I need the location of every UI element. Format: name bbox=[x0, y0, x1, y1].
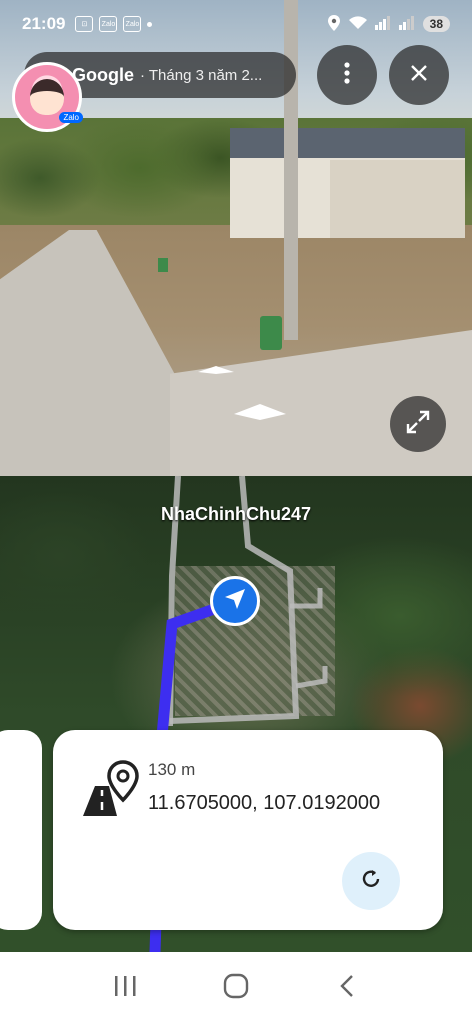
capture-date: · Tháng 3 năm 2... bbox=[140, 66, 263, 84]
current-location-marker[interactable] bbox=[210, 576, 260, 626]
status-time: 21:09 bbox=[22, 14, 66, 33]
navigation-arrow-forward[interactable] bbox=[232, 402, 288, 424]
distance-label: 130 m bbox=[148, 760, 196, 779]
notification-dot-icon bbox=[147, 21, 153, 27]
zalo-notification-icon: Zalo bbox=[99, 16, 118, 32]
utility-pole bbox=[284, 0, 298, 340]
signal-icon-2 bbox=[398, 15, 415, 33]
close-icon bbox=[410, 64, 428, 87]
zalo-badge: Zalo bbox=[59, 112, 83, 123]
more-vert-icon bbox=[344, 61, 350, 89]
screenshot-icon: ⊡ bbox=[75, 16, 94, 32]
more-options-button[interactable] bbox=[317, 45, 377, 105]
avatar-face bbox=[30, 79, 64, 115]
watermark: NhaChinhChu247 bbox=[160, 504, 311, 524]
status-bar: 21:09 ⊡ Zalo Zalo 38 bbox=[0, 0, 472, 48]
close-button[interactable] bbox=[389, 45, 449, 105]
signal-icon bbox=[374, 15, 391, 33]
google-brand: Google bbox=[72, 64, 134, 85]
previous-card[interactable] bbox=[0, 730, 42, 930]
location-info-card[interactable]: 130 m 11.6705000, 107.0192000 bbox=[53, 730, 443, 930]
route-pin-icon bbox=[79, 758, 141, 820]
battery-indicator: 38 bbox=[422, 16, 450, 32]
refresh-icon bbox=[360, 868, 382, 895]
navigation-arrow-icon bbox=[223, 587, 247, 616]
home-icon bbox=[223, 973, 249, 1004]
navigation-arrow-left[interactable] bbox=[196, 364, 236, 376]
back-button[interactable] bbox=[327, 968, 367, 1008]
system-nav-bar bbox=[0, 952, 472, 1024]
trash-bin bbox=[260, 316, 282, 350]
zalo-notification-icon: Zalo bbox=[123, 16, 142, 32]
house-annex bbox=[330, 160, 465, 238]
coordinates-label: 11.6705000, 107.0192000 bbox=[148, 792, 381, 814]
location-icon bbox=[327, 14, 341, 34]
refresh-button[interactable] bbox=[342, 852, 400, 910]
back-icon bbox=[339, 974, 355, 1003]
trash-bin-far bbox=[158, 258, 168, 272]
recent-apps-button[interactable] bbox=[105, 968, 145, 1008]
home-button[interactable] bbox=[216, 968, 256, 1008]
wifi-icon bbox=[348, 15, 367, 33]
expand-button[interactable] bbox=[390, 396, 446, 452]
avatar[interactable]: Zalo bbox=[12, 62, 83, 132]
recent-apps-icon bbox=[113, 975, 137, 1002]
expand-icon bbox=[405, 409, 431, 440]
